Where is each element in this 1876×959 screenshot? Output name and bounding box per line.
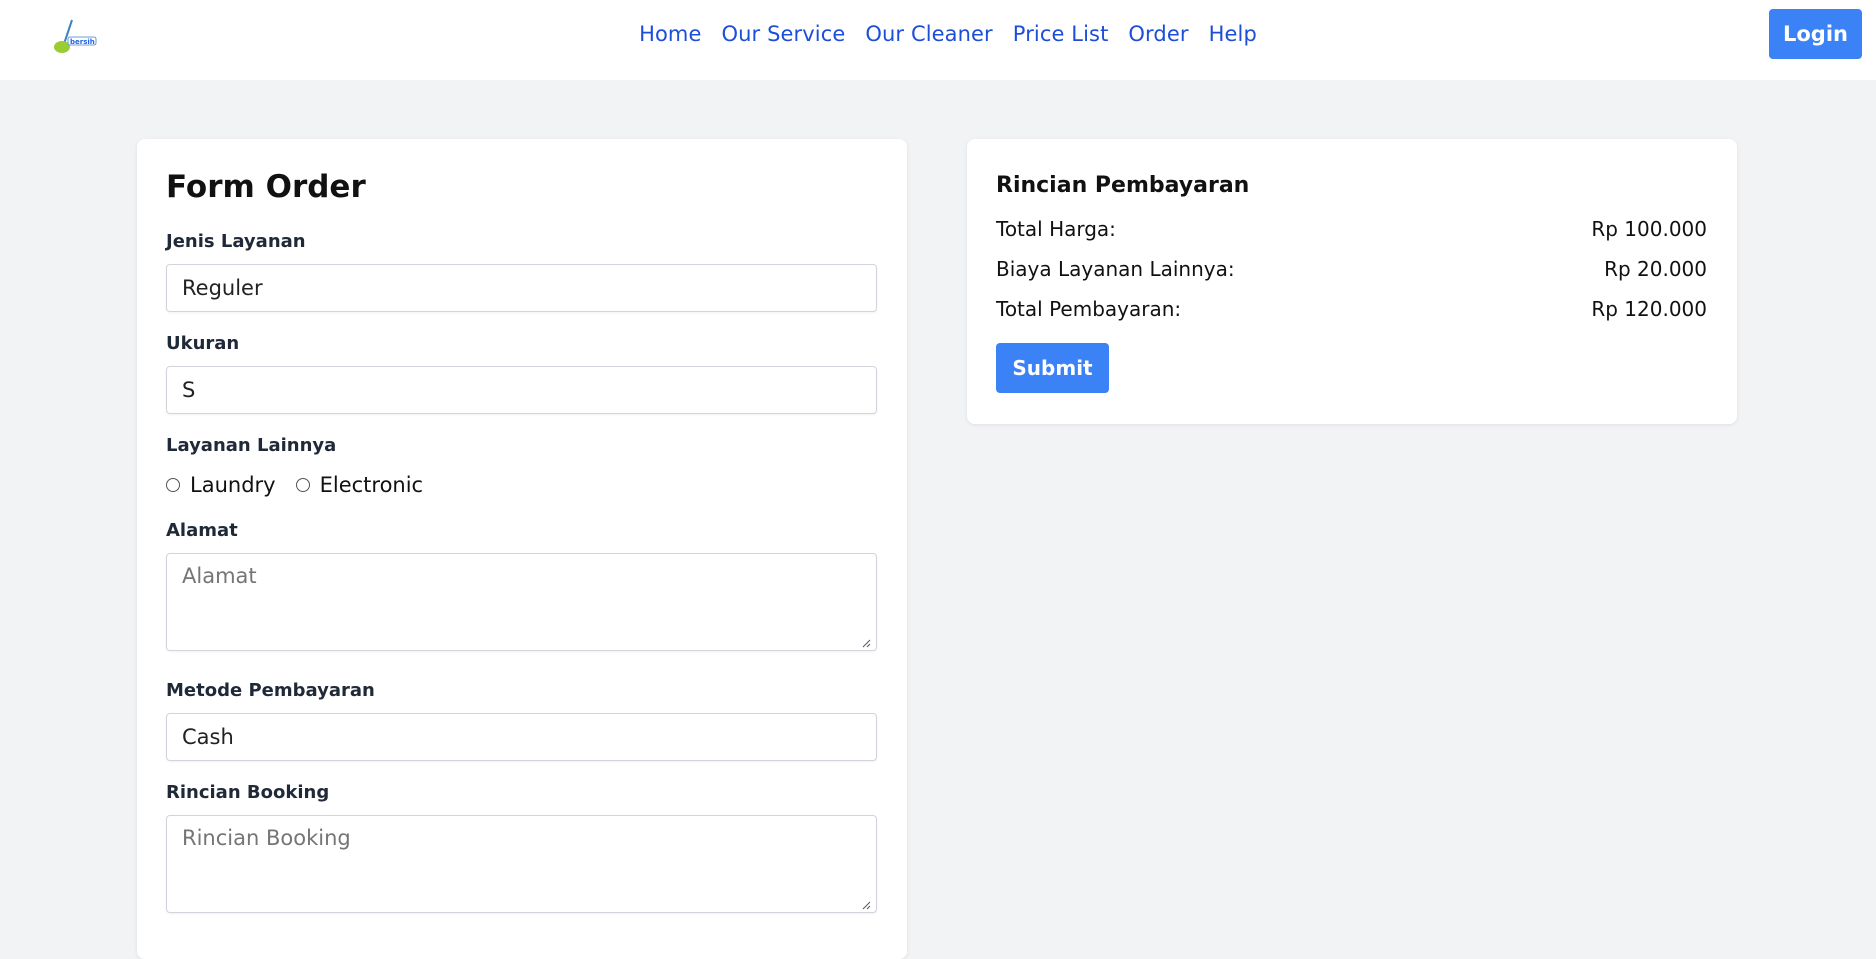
laundry-radio-label[interactable]: Laundry [190, 473, 276, 497]
size-select[interactable]: S [166, 366, 877, 414]
payment-method-label: Metode Pembayaran [166, 680, 375, 701]
size-label: Ukuran [166, 333, 240, 354]
payment-summary-card: Rincian Pembayaran Total Harga: Rp 100.0… [967, 139, 1737, 424]
laundry-radio[interactable] [166, 478, 180, 492]
main-nav: Home Our Service Our Cleaner Price List … [0, 0, 1876, 68]
electronic-radio-label[interactable]: Electronic [320, 473, 424, 497]
payment-row-label: Total Harga: [996, 217, 1116, 241]
nav-order[interactable]: Order [1128, 22, 1188, 46]
electronic-radio[interactable] [295, 478, 310, 492]
resize-grip-icon[interactable] [861, 900, 871, 910]
booking-details-textarea[interactable] [166, 815, 877, 913]
payment-summary-title: Rincian Pembayaran [996, 173, 1250, 198]
payment-row-label: Biaya Layanan Lainnya: [996, 257, 1235, 281]
other-services-options: Laundry Electronic [166, 470, 443, 500]
payment-row-total-price: Total Harga: Rp 100.000 [996, 214, 1707, 244]
payment-row-value: Rp 120.000 [1591, 297, 1707, 321]
form-title: Form Order [166, 169, 366, 205]
other-services-label: Layanan Lainnya [166, 435, 337, 456]
order-form-card: Form Order Jenis Layanan Reguler Ukuran … [137, 139, 907, 959]
service-type-label: Jenis Layanan [166, 231, 306, 252]
submit-button[interactable]: Submit [996, 343, 1109, 393]
navbar: bersih Home Our Service Our Cleaner Pric… [0, 0, 1876, 80]
address-label: Alamat [166, 520, 238, 541]
address-field-wrap [137, 553, 907, 651]
payment-row-value: Rp 20.000 [1604, 257, 1707, 281]
address-textarea[interactable] [166, 553, 877, 651]
payment-row-label: Total Pembayaran: [996, 297, 1182, 321]
nav-help[interactable]: Help [1209, 22, 1257, 46]
nav-our-cleaner[interactable]: Our Cleaner [865, 22, 992, 46]
login-button[interactable]: Login [1769, 9, 1862, 59]
nav-our-service[interactable]: Our Service [722, 22, 846, 46]
booking-details-label: Rincian Booking [166, 782, 330, 803]
payment-row-value: Rp 100.000 [1591, 217, 1707, 241]
booking-details-field-wrap [137, 815, 907, 913]
payment-row-other-service-fee: Biaya Layanan Lainnya: Rp 20.000 [996, 254, 1707, 284]
payment-method-select[interactable]: Cash [166, 713, 877, 761]
payment-row-total-payment: Total Pembayaran: Rp 120.000 [996, 294, 1707, 324]
nav-home[interactable]: Home [639, 22, 701, 46]
nav-price-list[interactable]: Price List [1013, 22, 1109, 46]
resize-grip-icon[interactable] [861, 638, 871, 648]
service-type-select[interactable]: Reguler [166, 264, 877, 312]
